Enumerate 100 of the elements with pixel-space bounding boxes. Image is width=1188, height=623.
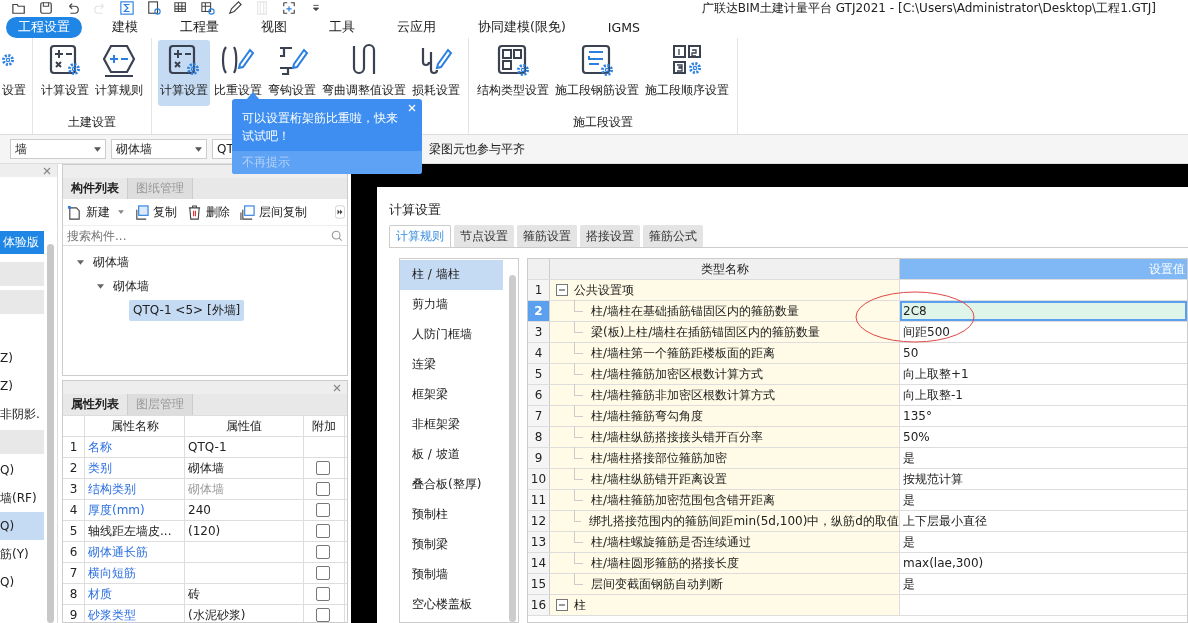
grid-icon[interactable]	[174, 1, 188, 15]
menu-tab[interactable]: IGMS	[595, 17, 652, 37]
checkbox[interactable]	[316, 461, 330, 475]
row-number[interactable]: 5	[528, 364, 550, 384]
tab[interactable]: 箍筋公式	[643, 225, 703, 247]
setting-value[interactable]: 135°	[900, 406, 1187, 426]
category-item[interactable]: 空心楼盖板	[400, 590, 503, 620]
row-number[interactable]: 14	[528, 553, 550, 573]
row-number[interactable]: 15	[528, 574, 550, 594]
setting-value[interactable]: 向上取整-1	[900, 385, 1187, 405]
folder-icon[interactable]	[12, 1, 26, 15]
overflow-icon[interactable]	[335, 205, 345, 219]
close-icon[interactable]	[43, 166, 51, 175]
ribbon-button[interactable]: 设置	[0, 40, 28, 106]
close-icon[interactable]	[333, 383, 341, 392]
collapse-icon[interactable]	[556, 599, 568, 611]
list-item[interactable]: Q)	[0, 512, 44, 540]
checkbox[interactable]	[316, 608, 330, 622]
find-icon[interactable]	[201, 1, 215, 15]
row-number[interactable]: 10	[528, 469, 550, 489]
checkbox[interactable]	[316, 503, 330, 517]
category-item[interactable]: 预制梁	[400, 530, 503, 560]
category-item[interactable]: 预制柱	[400, 500, 503, 530]
tab[interactable]: 节点设置	[454, 225, 514, 247]
category-item[interactable]: 板 / 坡道	[400, 440, 503, 470]
setting-value[interactable]: 2C8	[900, 301, 1187, 321]
setting-value[interactable]: max(lae,300)	[900, 553, 1187, 573]
category-item[interactable]: 叠合板(整厚)	[400, 470, 503, 500]
tree-item[interactable]: 砌体墙	[89, 251, 133, 273]
row-number[interactable]: 6	[528, 385, 550, 405]
category-item[interactable]: 非框架梁	[400, 410, 503, 440]
ribbon-button[interactable]: 计算规则	[93, 40, 145, 106]
row-number[interactable]: 8	[528, 427, 550, 447]
toolbar-button[interactable]: 复制	[134, 203, 177, 221]
ribbon-button[interactable]: 损耗设置	[410, 40, 462, 106]
row-number[interactable]: 12	[528, 511, 550, 531]
menu-tab[interactable]: 云应用	[385, 16, 448, 38]
ribbon-button[interactable]: 计算设置	[39, 40, 91, 106]
list-item[interactable]: 筋(Y)	[0, 540, 44, 568]
row-number[interactable]: 7	[528, 406, 550, 426]
menu-tab[interactable]: 工具	[317, 16, 367, 38]
checkbox[interactable]	[316, 587, 330, 601]
trial-badge[interactable]: 体验版	[0, 231, 44, 254]
row-number[interactable]: 13	[528, 532, 550, 552]
toolbar-button[interactable]: 删除	[187, 203, 230, 221]
ribbon-button[interactable]: 结构类型设置	[475, 40, 551, 106]
expand-icon[interactable]	[97, 283, 104, 289]
report-icon[interactable]	[147, 1, 161, 15]
toolbar-button[interactable]: 新建	[67, 203, 124, 221]
setting-value[interactable]: 向上取整+1	[900, 364, 1187, 384]
scrollbar[interactable]	[47, 244, 54, 623]
dropdown[interactable]: 砌体墙	[111, 139, 207, 159]
list-item[interactable]: 非阴影.	[0, 400, 44, 428]
list-item[interactable]: Z)	[0, 344, 44, 372]
setting-value[interactable]: 是	[900, 574, 1187, 594]
category-item[interactable]: 连梁	[400, 350, 503, 380]
row-number[interactable]: 11	[528, 490, 550, 510]
save-icon[interactable]	[39, 1, 53, 15]
search-field[interactable]: 搜索构件...	[67, 228, 331, 243]
select-icon[interactable]	[282, 1, 296, 15]
setting-value[interactable]: 是	[900, 448, 1187, 468]
list-item[interactable]: Q)	[0, 568, 44, 596]
setting-value[interactable]: 上下层最小直径	[900, 511, 1187, 531]
checkbox[interactable]	[316, 545, 330, 559]
menu-tab[interactable]: 建模	[100, 16, 150, 38]
ribbon-button[interactable]: 计算设置	[158, 40, 210, 106]
menu-tab[interactable]: 协同建模(限免)	[466, 16, 578, 38]
setting-value[interactable]: 是	[900, 490, 1187, 510]
ribbon-button[interactable]: 弯钩设置	[266, 40, 318, 106]
scrollbar[interactable]	[509, 275, 516, 622]
setting-value[interactable]: 是	[900, 532, 1187, 552]
collapse-icon[interactable]	[556, 284, 568, 296]
list-item[interactable]: Z)	[0, 372, 44, 400]
ribbon-button[interactable]: 施工段钢筋设置	[553, 40, 641, 106]
undo-icon[interactable]	[66, 1, 80, 15]
checkbox[interactable]	[316, 524, 330, 538]
category-item[interactable]: 框架梁	[400, 380, 503, 410]
pencil-icon[interactable]	[228, 1, 242, 15]
tab[interactable]: 计算规则	[389, 225, 451, 247]
list-item[interactable]: Q)	[0, 456, 44, 484]
checkbox[interactable]	[316, 566, 330, 580]
setting-value[interactable]: 50%	[900, 427, 1187, 447]
setting-value[interactable]: 间距500	[900, 322, 1187, 342]
category-item[interactable]: 人防门框墙	[400, 320, 503, 350]
tree-item[interactable]: 砌体墙	[109, 275, 153, 297]
category-item[interactable]: 剪力墙	[400, 290, 503, 320]
category-item[interactable]: 柱 / 墙柱	[400, 260, 503, 290]
menu-tab[interactable]: 视图	[249, 16, 299, 38]
sum-icon[interactable]	[120, 1, 134, 15]
row-number[interactable]: 4	[528, 343, 550, 363]
toolbar-button[interactable]: 层间复制	[240, 203, 307, 221]
menu-tab[interactable]: 工程设置	[6, 16, 82, 38]
dropdown[interactable]: 墙	[10, 139, 106, 159]
ribbon-button[interactable]: 弯曲调整值设置	[320, 40, 408, 106]
expand-icon[interactable]	[77, 259, 84, 265]
ribbon-button[interactable]: 施工段顺序设置	[643, 40, 731, 106]
row-number[interactable]: 9	[528, 448, 550, 468]
row-number[interactable]: 3	[528, 322, 550, 342]
tab[interactable]: 搭接设置	[580, 225, 640, 247]
setting-value[interactable]: 50	[900, 343, 1187, 363]
